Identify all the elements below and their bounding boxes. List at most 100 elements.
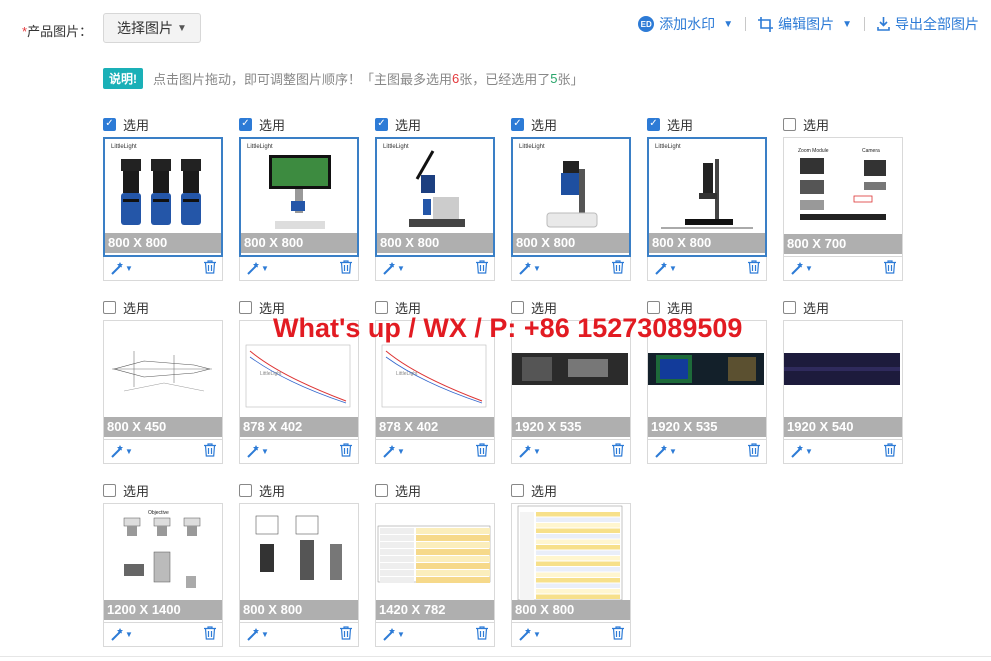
use-checkbox-row[interactable]: 选用 [511, 481, 631, 499]
delete-button[interactable] [340, 260, 352, 277]
magic-wand-dropdown[interactable]: ▼ [654, 261, 677, 276]
checkbox[interactable] [511, 300, 524, 314]
image-tools: ▼ [375, 257, 495, 281]
delete-button[interactable] [748, 443, 760, 460]
image-card[interactable]: 选用 800 X 800 ▼ [239, 481, 359, 647]
image-thumbnail[interactable]: LittleLight 800 X 800 [103, 137, 223, 257]
magic-wand-dropdown[interactable]: ▼ [110, 261, 133, 276]
use-checkbox-row[interactable]: 选用 [783, 115, 903, 133]
delete-button[interactable] [612, 260, 624, 277]
checkbox[interactable]: ✓ [647, 117, 660, 131]
edit-image-button[interactable]: 编辑图片 ▼ [758, 14, 852, 34]
hint-text-end: 张」 [557, 72, 584, 87]
magic-wand-dropdown[interactable]: ▼ [518, 627, 541, 642]
export-all-button[interactable]: 导出全部图片 [877, 14, 979, 34]
checkbox[interactable]: ✓ [239, 117, 252, 131]
magic-wand-dropdown[interactable]: ▼ [246, 627, 269, 642]
magic-wand-dropdown[interactable]: ▼ [790, 261, 813, 276]
checkbox[interactable]: ✓ [375, 117, 388, 131]
use-checkbox-row[interactable]: 选用 [103, 481, 223, 499]
use-checkbox-row[interactable]: 选用 [783, 298, 903, 316]
image-thumbnail[interactable]: 800 X 450 [103, 320, 223, 440]
checkbox[interactable] [511, 483, 524, 497]
checkbox[interactable] [375, 300, 388, 314]
image-thumbnail[interactable]: 800 X 800 [239, 503, 359, 623]
checkbox[interactable] [239, 483, 252, 497]
checkbox[interactable] [375, 483, 388, 497]
image-thumbnail[interactable]: 1420 X 782 [375, 503, 495, 623]
hint-text: 点击图片拖动，即可调整图片顺序！「主图最多选用 [153, 72, 453, 87]
image-card[interactable]: ✓ 选用 LittleLight 800 X 800 ▼ [103, 115, 223, 281]
checkbox[interactable] [239, 300, 252, 314]
checkbox[interactable] [103, 300, 116, 314]
use-checkbox-row[interactable]: ✓ 选用 [375, 115, 495, 133]
delete-button[interactable] [748, 260, 760, 277]
image-thumbnail[interactable]: Objective 1200 X 1400 [103, 503, 223, 623]
image-card[interactable]: 选用 1420 X 782 ▼ [375, 481, 495, 647]
image-thumbnail[interactable]: LittleLight 800 X 800 [511, 137, 631, 257]
use-checkbox-row[interactable]: ✓ 选用 [239, 115, 359, 133]
use-checkbox-row[interactable]: ✓ 选用 [647, 115, 767, 133]
delete-button[interactable] [476, 626, 488, 643]
image-thumbnail[interactable]: Zoom Module Camera 800 X 700 [783, 137, 903, 257]
magic-wand-dropdown[interactable]: ▼ [246, 444, 269, 459]
delete-button[interactable] [884, 260, 896, 277]
chevron-down-icon: ▼ [723, 18, 734, 30]
checkbox[interactable] [103, 483, 116, 497]
magic-wand-dropdown[interactable]: ▼ [382, 627, 405, 642]
use-checkbox-row[interactable]: ✓ 选用 [511, 115, 631, 133]
image-card[interactable]: 选用 800 X 800 ▼ [511, 481, 631, 647]
toolbar: *产品图片： 选择图片 ▼ ED 添加水印 ▼ 编辑图片 ▼ 导出全部图片 [0, 0, 991, 60]
image-card[interactable]: ✓ 选用 LittleLight 800 X 800 ▼ [239, 115, 359, 281]
checkbox[interactable] [783, 117, 796, 131]
magic-wand-dropdown[interactable]: ▼ [382, 444, 405, 459]
checkbox[interactable] [783, 300, 796, 314]
use-checkbox-row[interactable]: 选用 [239, 481, 359, 499]
delete-button[interactable] [204, 443, 216, 460]
use-checkbox-row[interactable]: 选用 [103, 298, 223, 316]
image-card[interactable]: 选用 800 X 450 ▼ [103, 298, 223, 464]
image-thumbnail[interactable]: 800 X 800 [511, 503, 631, 623]
checkbox[interactable] [647, 300, 660, 314]
use-checkbox-row[interactable]: ✓ 选用 [103, 115, 223, 133]
checkbox[interactable]: ✓ [103, 117, 116, 131]
image-thumbnail[interactable]: LittleLight 800 X 800 [647, 137, 767, 257]
delete-button[interactable] [612, 443, 624, 460]
caret-down-icon: ▼ [125, 630, 133, 639]
select-images-button[interactable]: 选择图片 ▼ [103, 13, 201, 43]
delete-button[interactable] [204, 626, 216, 643]
magic-wand-dropdown[interactable]: ▼ [518, 444, 541, 459]
image-card[interactable]: ✓ 选用 LittleLight 800 X 800 ▼ [375, 115, 495, 281]
magic-wand-dropdown[interactable]: ▼ [110, 627, 133, 642]
checkbox[interactable]: ✓ [511, 117, 524, 131]
delete-button[interactable] [204, 260, 216, 277]
magic-wand-dropdown[interactable]: ▼ [654, 444, 677, 459]
magic-wand-dropdown[interactable]: ▼ [110, 444, 133, 459]
caret-down-icon: ▼ [261, 264, 269, 273]
image-tools: ▼ [783, 440, 903, 464]
delete-button[interactable] [612, 626, 624, 643]
image-card[interactable]: 选用 1920 X 540 ▼ [783, 298, 903, 464]
delete-button[interactable] [340, 626, 352, 643]
magic-wand-dropdown[interactable]: ▼ [246, 261, 269, 276]
magic-wand-dropdown[interactable]: ▼ [790, 444, 813, 459]
image-thumbnail[interactable]: LittleLight 800 X 800 [239, 137, 359, 257]
image-thumbnail[interactable]: 1920 X 540 [783, 320, 903, 440]
use-checkbox-row[interactable]: 选用 [375, 481, 495, 499]
delete-button[interactable] [340, 443, 352, 460]
note-badge: 说明! [103, 68, 143, 89]
image-tools: ▼ [103, 623, 223, 647]
thumbnail-picture [512, 504, 630, 603]
image-card[interactable]: ✓ 选用 LittleLight 800 X 800 ▼ [511, 115, 631, 281]
image-card[interactable]: 选用 Objective 1200 X 1400 ▼ [103, 481, 223, 647]
delete-button[interactable] [476, 443, 488, 460]
delete-button[interactable] [476, 260, 488, 277]
add-watermark-button[interactable]: ED 添加水印 ▼ [638, 14, 733, 34]
magic-wand-dropdown[interactable]: ▼ [518, 261, 541, 276]
image-card[interactable]: 选用 Zoom Module Camera 800 X 700 ▼ [783, 115, 903, 281]
image-card[interactable]: ✓ 选用 LittleLight 800 X 800 ▼ [647, 115, 767, 281]
magic-wand-icon [383, 444, 395, 458]
delete-button[interactable] [884, 443, 896, 460]
image-thumbnail[interactable]: LittleLight 800 X 800 [375, 137, 495, 257]
magic-wand-dropdown[interactable]: ▼ [382, 261, 405, 276]
